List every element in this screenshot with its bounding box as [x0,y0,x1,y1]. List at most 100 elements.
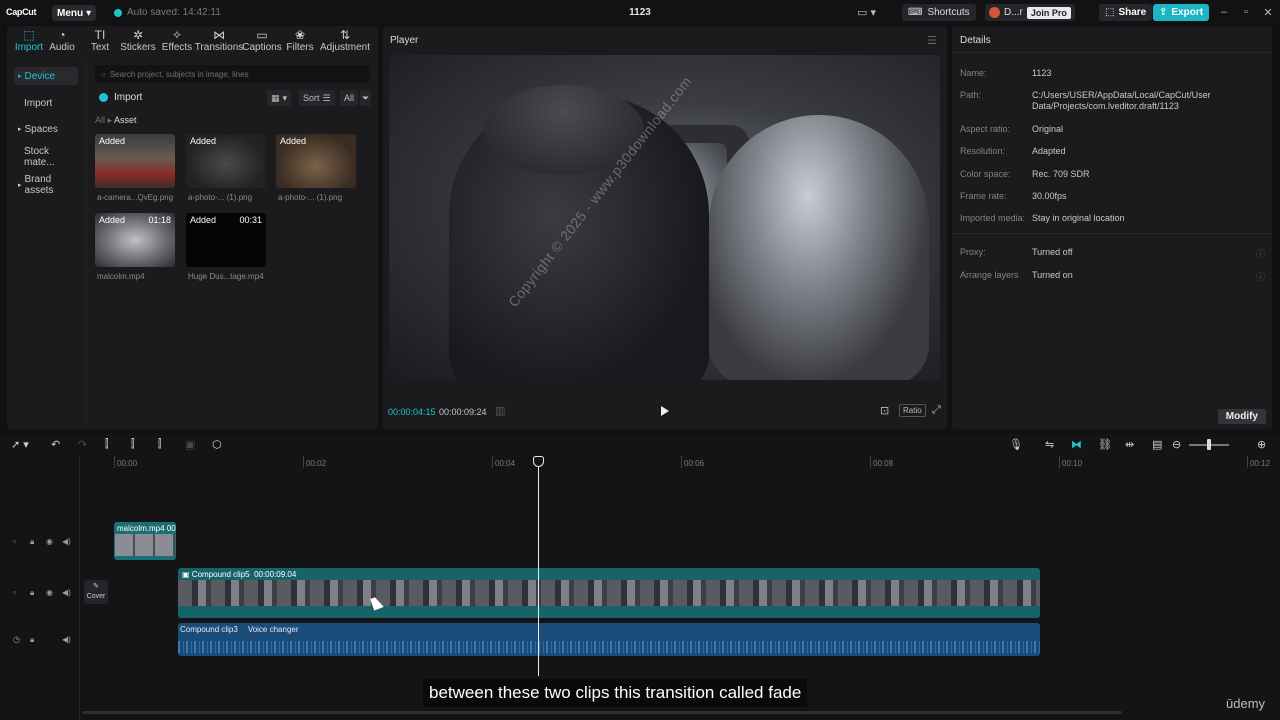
playhead-handle[interactable] [533,456,544,467]
share-button[interactable]: ⬚ Share [1099,4,1153,21]
ruler-tick [492,456,493,468]
modify-button[interactable]: Modify [1217,409,1266,424]
playhead-line[interactable] [538,456,539,676]
timecode-grid-icon[interactable]: ▥ [495,404,505,417]
tool-text[interactable]: TI Text [87,28,113,53]
minimize-icon[interactable]: – [1216,6,1232,18]
search-icon: ○ [101,69,106,79]
zoom-slider-handle[interactable] [1207,439,1211,450]
tool-audio[interactable]: ◔ Audio [47,28,77,53]
sort-icon: ☰ [322,92,331,103]
edit-pencil-icon: ✎ [93,583,99,590]
play-button[interactable] [661,406,669,416]
eye-icon[interactable]: ◉ [46,537,53,546]
cover-button[interactable]: ✎ Cover [84,580,108,604]
media-item[interactable]: Added 00:31 [186,213,266,267]
close-icon[interactable]: ✕ [1260,6,1276,19]
link-main-track-icon[interactable]: ⇋ [1045,438,1054,451]
filter-icon[interactable]: ⏷ [360,90,372,106]
player-panel: Player ☰ 00:00:04:15 00:00:09:24 ▥ ⊡ Rat… [383,26,947,429]
overlay-clip[interactable]: malcolm.mp4 00 [114,522,176,560]
grid-icon: ▦ [271,92,280,103]
screenshot-icon[interactable]: ⊡ [880,404,889,417]
details-title: Details [952,26,1272,53]
zoom-in-icon[interactable]: ⊕ [1257,438,1266,451]
nav-label: Device [24,70,56,82]
maximize-icon[interactable]: ▫ [1238,6,1254,18]
tool-filters[interactable]: ❀ Filters [285,28,315,53]
export-button[interactable]: ⇪ Export [1153,4,1210,21]
tool-stickers[interactable]: ✲ Stickers [119,28,157,53]
marker-icon[interactable]: ⬡ [212,438,222,451]
tool-effects[interactable]: ✧ Effects [161,28,193,53]
main-track-clip[interactable]: ▣ Compound clip5 00:00:09.04 [178,568,1040,618]
split-left-icon[interactable]: ⫿ [131,438,135,451]
microphone-icon[interactable]: 🎙 [1009,438,1023,451]
menu-button[interactable]: Menu ▾ [52,5,97,21]
caption-track-icon[interactable]: ▤ [1152,438,1162,451]
hamburger-menu-icon[interactable]: ☰ [927,34,937,47]
side-nav-stock[interactable]: Stock mate... [14,146,78,168]
tool-import[interactable]: ⬚ Import [11,28,47,53]
speaker-icon[interactable]: ◀) [62,635,71,644]
ruler-tick [303,456,304,468]
tool-transitions[interactable]: ⋈ Transitions [195,28,244,53]
redo-icon[interactable]: ↷ [78,438,87,451]
speaker-icon[interactable]: ◀) [62,588,71,597]
title-bar: CapCut Menu ▾ Auto saved: 14:42:11 1123 ▭… [0,0,1280,25]
side-nav-brand-assets[interactable]: ▸ Brand assets [14,174,78,196]
side-nav-spaces[interactable]: ▸ Spaces [14,120,78,138]
undo-icon[interactable]: ↶ [51,438,60,451]
preview-axis-icon[interactable]: ⇹ [1125,438,1134,451]
tool-label: Text [90,42,110,53]
split-icon[interactable]: ⫿ [105,438,109,451]
select-pointer-icon[interactable]: ➚ ▾ [11,438,29,451]
media-item[interactable]: Added 01:18 [95,213,175,267]
eye-icon[interactable]: ◉ [46,588,53,597]
info-icon[interactable]: ⓘ [1256,247,1265,260]
speaker-icon[interactable]: ◀) [62,537,71,546]
layout-button[interactable]: ▭ ▾ [857,4,881,20]
magnet-snap-icon[interactable]: ⧓ [1071,438,1082,451]
breadcrumb-root[interactable]: All [95,115,105,125]
sort-button[interactable]: Sort ☰ [299,90,335,106]
timeline-toolbar: ➚ ▾ ↶ ↷ ⫿ ⫿ ⫿ ▣ ⬡ 🎙 ⇋ ⧓ ⛓ ⇹ ▤ ⊖ ⊕ [0,434,1280,456]
search-placeholder: Search project, subjects in image, lines [109,69,249,79]
lock-icon[interactable]: 🔒︎ [30,635,34,645]
info-icon[interactable]: ⓘ [1256,270,1265,283]
join-pro-badge[interactable]: Join Pro [1026,6,1071,19]
sort-label: Sort [303,93,320,103]
media-item[interactable]: Added [95,134,175,188]
delete-icon[interactable]: ▣ [185,438,195,451]
side-nav-import[interactable]: Import [14,94,78,112]
ruler-tick [681,456,682,468]
media-search-input[interactable]: ○ Search project, subjects in image, line… [95,65,370,83]
audio-track-icon: ◷ [13,635,20,644]
media-item[interactable]: Added [276,134,356,188]
filter-all-button[interactable]: All [340,90,359,106]
fullscreen-icon[interactable]: ⤢ [932,404,941,417]
lock-icon[interactable]: 🔒︎ [30,537,34,547]
side-nav-device[interactable]: ▸ Device [14,67,78,85]
shortcuts-button[interactable]: ⌨ Shortcuts [902,4,976,21]
user-account-button[interactable]: D...r Join Pro [985,4,1075,21]
effects-icon: ✧ [171,28,183,42]
added-badge: Added [99,215,126,225]
ratio-button[interactable]: Ratio [899,404,926,417]
added-badge: Added [190,136,217,146]
added-badge: Added [190,215,217,225]
export-icon: ⇪ [1159,7,1168,18]
split-right-icon[interactable]: ⫿ [158,438,162,451]
total-time: 00:00:09:24 [439,407,487,417]
timeline-scrollbar[interactable] [82,711,1122,714]
audio-clip[interactable]: Compound clip3 Voice changer [178,623,1040,656]
tool-captions[interactable]: ▭ Captions [242,28,281,53]
media-item[interactable]: Added [186,134,266,188]
zoom-out-icon[interactable]: ⊖ [1172,438,1181,451]
import-button[interactable]: Import [99,92,142,103]
tool-adjustment[interactable]: ⇅ Adjustment [320,28,370,53]
link-icon[interactable]: ⛓ [1098,438,1112,451]
view-mode-button[interactable]: ▦ ▾ [267,90,292,106]
user-name: D...r [1004,7,1023,18]
lock-icon[interactable]: 🔒︎ [30,588,34,598]
